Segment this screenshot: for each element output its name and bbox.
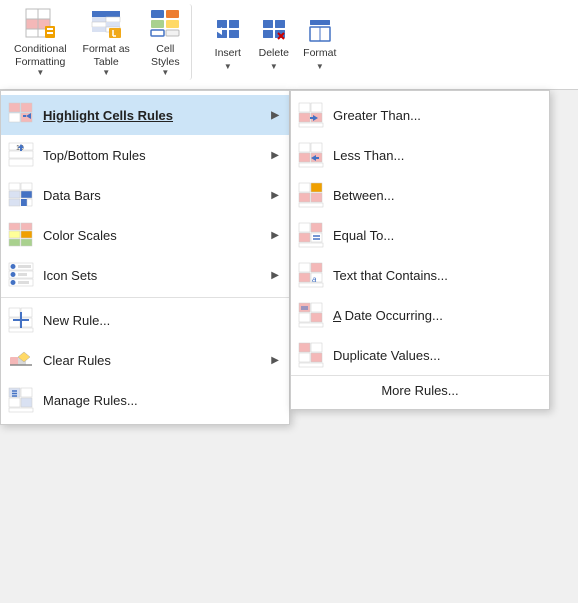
clear-rules-item[interactable]: Clear Rules ▶ bbox=[1, 340, 289, 380]
greater-than-icon bbox=[297, 101, 325, 129]
format-as-table-arrow: ▼ bbox=[102, 68, 110, 78]
data-bars-icon bbox=[7, 181, 35, 209]
cell-styles-arrow: ▼ bbox=[161, 68, 169, 78]
manage-rules-icon bbox=[7, 386, 35, 414]
more-rules-label: More Rules... bbox=[381, 383, 458, 398]
duplicate-values-item[interactable]: Duplicate Values... bbox=[291, 335, 549, 375]
format-arrow: ▼ bbox=[316, 62, 324, 72]
duplicate-values-label: Duplicate Values... bbox=[333, 348, 539, 363]
text-contains-label: Text that Contains... bbox=[333, 268, 539, 283]
highlight-cells-rules-item[interactable]: Highlight Cells Rules ▶ bbox=[1, 95, 289, 135]
conditional-formatting-button[interactable]: Conditional Formatting ▼ bbox=[8, 4, 73, 80]
top-bottom-rules-item[interactable]: 10 Top/Bottom Rules ▶ bbox=[1, 135, 289, 175]
color-scales-label: Color Scales bbox=[43, 228, 259, 243]
highlight-cells-arrow: ▶ bbox=[271, 110, 279, 121]
greater-than-label: Greater Than... bbox=[333, 108, 539, 123]
clear-rules-arrow: ▶ bbox=[271, 355, 279, 366]
ribbon: Conditional Formatting ▼ Format as Table… bbox=[0, 0, 578, 90]
color-scales-item[interactable]: Color Scales ▶ bbox=[1, 215, 289, 255]
delete-icon bbox=[260, 17, 288, 45]
top-bottom-icon: 10 bbox=[7, 141, 35, 169]
between-icon bbox=[297, 181, 325, 209]
conditional-formatting-label: Conditional Formatting bbox=[14, 43, 67, 68]
data-bars-arrow: ▶ bbox=[271, 190, 279, 201]
conditional-formatting-arrow: ▼ bbox=[36, 68, 44, 78]
data-bars-item[interactable]: Data Bars ▶ bbox=[1, 175, 289, 215]
color-scales-icon bbox=[7, 221, 35, 249]
equal-to-icon bbox=[297, 221, 325, 249]
between-item[interactable]: Between... bbox=[291, 175, 549, 215]
insert-icon bbox=[214, 17, 242, 45]
separator-1 bbox=[1, 297, 289, 298]
delete-arrow: ▼ bbox=[270, 62, 278, 72]
date-occurring-icon bbox=[297, 301, 325, 329]
manage-rules-item[interactable]: Manage Rules... bbox=[1, 380, 289, 420]
less-than-icon bbox=[297, 141, 325, 169]
delete-label: Delete bbox=[259, 47, 289, 60]
text-contains-icon: a bbox=[297, 261, 325, 289]
less-than-item[interactable]: Less Than... bbox=[291, 135, 549, 175]
svg-text:a: a bbox=[312, 275, 317, 284]
cells-group: Insert ▼ Delete ▼ bbox=[200, 4, 348, 85]
format-button[interactable]: Format ▼ bbox=[298, 7, 342, 83]
format-as-table-button[interactable]: Format as Table ▼ bbox=[77, 4, 136, 80]
insert-label: Insert bbox=[215, 47, 241, 60]
top-bottom-arrow: ▶ bbox=[271, 150, 279, 161]
cell-styles-button[interactable]: Cell Styles ▼ bbox=[140, 4, 192, 80]
clear-rules-icon bbox=[7, 346, 35, 374]
equal-to-label: Equal To... bbox=[333, 228, 539, 243]
manage-rules-label: Manage Rules... bbox=[43, 393, 279, 408]
sub-menu: Greater Than... Less Than... bbox=[290, 90, 550, 410]
conditional-formatting-icon bbox=[22, 6, 58, 40]
color-scales-arrow: ▶ bbox=[271, 230, 279, 241]
top-bottom-label: Top/Bottom Rules bbox=[43, 148, 259, 163]
data-bars-label: Data Bars bbox=[43, 188, 259, 203]
greater-than-item[interactable]: Greater Than... bbox=[291, 95, 549, 135]
format-label: Format bbox=[303, 47, 336, 60]
new-rule-label: New Rule... bbox=[43, 313, 279, 328]
date-occurring-label: A Date Occurring... bbox=[333, 308, 539, 323]
new-rule-icon bbox=[7, 306, 35, 334]
main-menu: Highlight Cells Rules ▶ 10 Top/Bottom Ru… bbox=[0, 90, 290, 425]
less-than-label: Less Than... bbox=[333, 148, 539, 163]
insert-arrow: ▼ bbox=[224, 62, 232, 72]
format-as-table-label: Format as Table bbox=[83, 43, 130, 68]
icon-sets-arrow: ▶ bbox=[271, 270, 279, 281]
highlight-cells-label: Highlight Cells Rules bbox=[43, 108, 259, 123]
cell-styles-icon bbox=[147, 6, 183, 40]
dropdown-container: Highlight Cells Rules ▶ 10 Top/Bottom Ru… bbox=[0, 90, 578, 425]
delete-button[interactable]: Delete ▼ bbox=[252, 7, 296, 83]
insert-button[interactable]: Insert ▼ bbox=[206, 7, 250, 83]
more-rules-item[interactable]: More Rules... bbox=[291, 375, 549, 405]
new-rule-item[interactable]: New Rule... bbox=[1, 300, 289, 340]
between-label: Between... bbox=[333, 188, 539, 203]
duplicate-values-icon bbox=[297, 341, 325, 369]
equal-to-item[interactable]: Equal To... bbox=[291, 215, 549, 255]
text-contains-item[interactable]: a Text that Contains... bbox=[291, 255, 549, 295]
highlight-cells-icon bbox=[7, 101, 35, 129]
date-occurring-item[interactable]: A Date Occurring... bbox=[291, 295, 549, 335]
format-as-table-icon bbox=[88, 6, 124, 40]
cell-styles-label: Cell Styles bbox=[151, 43, 180, 68]
icon-sets-label: Icon Sets bbox=[43, 268, 259, 283]
clear-rules-label: Clear Rules bbox=[43, 353, 259, 368]
format-icon bbox=[306, 17, 334, 45]
icon-sets-item[interactable]: Icon Sets ▶ bbox=[1, 255, 289, 295]
icon-sets-icon bbox=[7, 261, 35, 289]
